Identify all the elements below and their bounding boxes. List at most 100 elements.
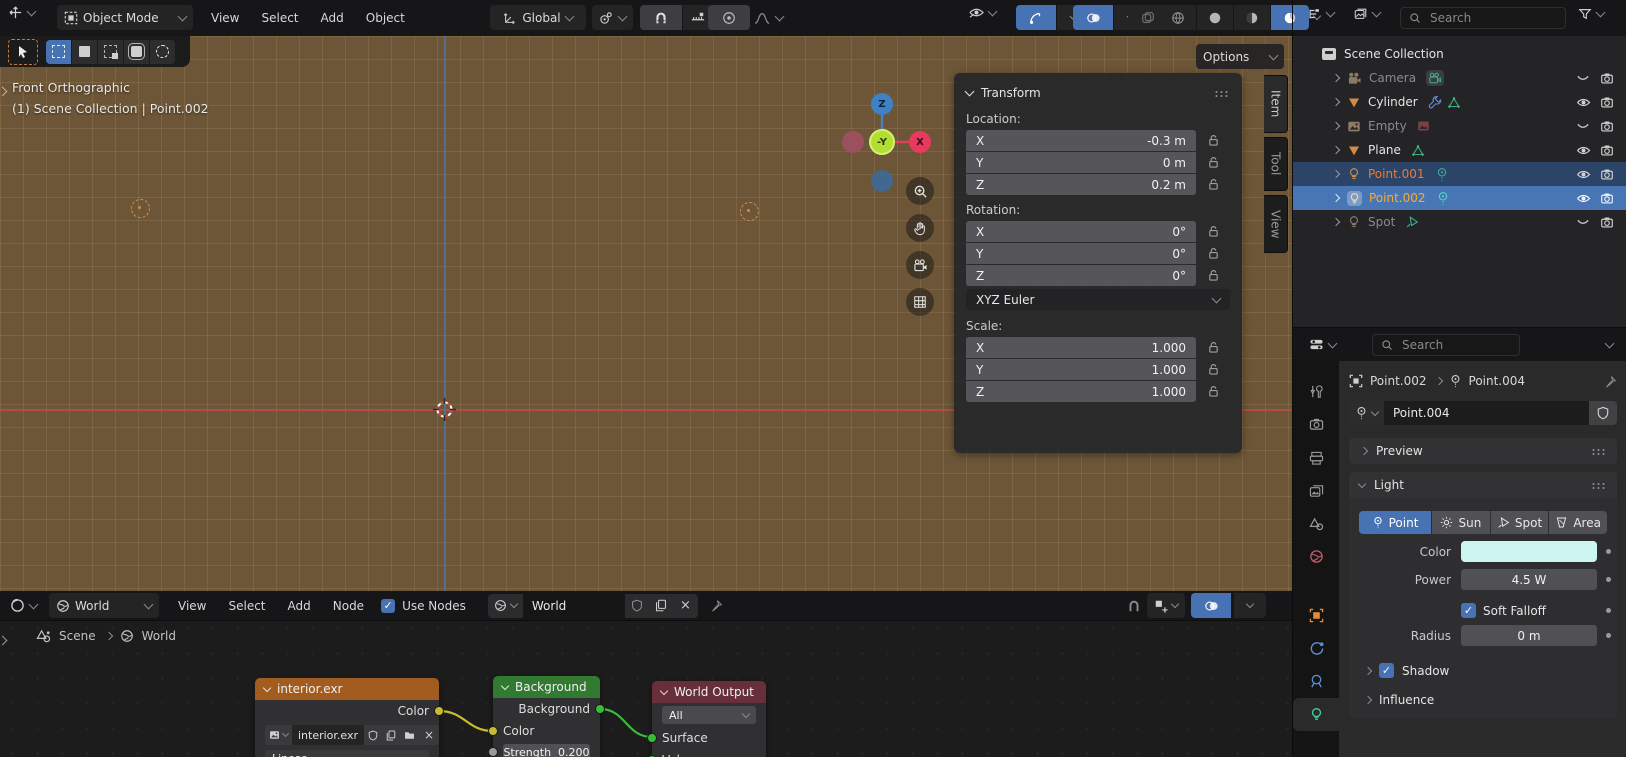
light-datablock-dropdown[interactable] [1349, 401, 1384, 425]
image-datablock-dropdown[interactable] [265, 725, 292, 745]
outliner-row-plane[interactable]: Plane [1293, 138, 1626, 162]
properties-editor-dropdown[interactable] [1309, 338, 1336, 351]
animate-dot[interactable] [1606, 608, 1611, 613]
light-type-area[interactable]: Area [1549, 511, 1607, 534]
shader-type-dropdown[interactable]: World [49, 593, 159, 618]
proportional-falloff-dropdown[interactable] [754, 11, 783, 25]
image-unlink-button[interactable]: × [419, 725, 439, 745]
expand-icon[interactable] [1329, 147, 1341, 153]
snap-toggle[interactable] [640, 5, 682, 30]
location-x-field[interactable]: X-0.3 m [966, 130, 1196, 151]
menu-view[interactable]: View [200, 5, 250, 31]
lock-icon[interactable] [1196, 178, 1230, 191]
point-light-data-icon[interactable] [1436, 191, 1450, 206]
proportional-editing-toggle[interactable] [708, 5, 750, 30]
outliner-row-empty[interactable]: Empty [1293, 114, 1626, 138]
preview-panel-header[interactable]: Preview [1349, 438, 1617, 464]
shading-rendered-button[interactable] [1271, 5, 1309, 30]
color-output-socket[interactable] [434, 706, 444, 716]
shading-solid-button[interactable] [1197, 5, 1233, 30]
tab-tool[interactable] [1293, 375, 1339, 408]
image-open-button[interactable] [400, 725, 419, 745]
pin-icon[interactable] [710, 599, 723, 612]
shadow-panel-header[interactable]: ✓ Shadow [1355, 663, 1611, 678]
select-box-new-button[interactable] [46, 40, 71, 64]
disable-render-toggle[interactable] [1595, 216, 1619, 229]
image-data-icon[interactable] [1417, 120, 1430, 132]
npanel-tab-view[interactable]: View [1264, 195, 1288, 253]
npanel-tab-item[interactable]: Item [1264, 75, 1288, 133]
hide-viewport-toggle[interactable] [1571, 168, 1595, 181]
light-type-spot[interactable]: Spot [1491, 511, 1549, 534]
use-nodes-checkbox[interactable]: ✓ [381, 599, 395, 613]
expand-icon[interactable] [1329, 75, 1341, 81]
hide-viewport-toggle[interactable] [1571, 120, 1595, 132]
active-tool-tweak-button[interactable] [8, 39, 38, 65]
disable-render-toggle[interactable] [1595, 192, 1619, 205]
gizmo-neg-x-axis[interactable] [842, 131, 864, 153]
tab-render[interactable] [1293, 408, 1339, 441]
outliner-filter-dropdown[interactable] [1578, 7, 1604, 21]
node-image-texture[interactable]: interior.exr Color interior.exr × [255, 678, 439, 757]
image-name-field[interactable]: interior.exr [292, 725, 364, 745]
disable-render-toggle[interactable] [1595, 168, 1619, 181]
location-y-field[interactable]: Y0 m [966, 152, 1196, 173]
animate-dot[interactable] [1606, 549, 1611, 554]
rotation-x-field[interactable]: X0° [966, 221, 1196, 242]
radius-field[interactable]: 0 m [1461, 625, 1597, 646]
hide-viewport-toggle[interactable] [1571, 72, 1595, 84]
panel-grip[interactable] [1591, 448, 1607, 455]
world-datablock-dropdown[interactable] [488, 594, 523, 618]
rotation-y-field[interactable]: Y0° [966, 243, 1196, 264]
object-name[interactable]: Cylinder [1368, 95, 1418, 109]
tab-view-layer[interactable] [1293, 474, 1339, 507]
lock-icon[interactable] [1196, 247, 1230, 260]
unlink-button[interactable]: × [673, 594, 698, 618]
visibility-dropdown[interactable] [968, 5, 996, 20]
lock-icon[interactable] [1196, 269, 1230, 282]
influence-panel-header[interactable]: Influence [1355, 693, 1611, 707]
outliner-row-spot[interactable]: Spot [1293, 210, 1626, 234]
disable-render-toggle[interactable] [1595, 144, 1619, 157]
outliner-display-mode-dropdown[interactable] [1353, 7, 1380, 21]
object-name[interactable]: Spot [1368, 215, 1395, 229]
tab-constraints[interactable] [1293, 665, 1339, 698]
region-expand-arrow[interactable] [0, 633, 6, 647]
select-intersect-button[interactable] [150, 40, 175, 64]
lock-icon[interactable] [1196, 385, 1230, 398]
select-extend-button[interactable] [72, 40, 97, 64]
collection-name[interactable]: Scene Collection [1344, 47, 1444, 61]
lock-icon[interactable] [1196, 134, 1230, 147]
light-color-swatch[interactable] [1461, 541, 1597, 562]
scale-x-field[interactable]: X1.000 [966, 337, 1196, 358]
breadcrumb-world[interactable]: World [142, 629, 176, 643]
animate-dot[interactable] [1606, 577, 1611, 582]
disable-render-toggle[interactable] [1595, 120, 1619, 133]
outliner-row-point-002[interactable]: Point.002 [1293, 186, 1626, 210]
expand-icon[interactable] [1329, 195, 1341, 201]
hide-viewport-toggle[interactable] [1571, 216, 1595, 228]
shading-material-button[interactable] [1234, 5, 1270, 30]
panel-grip[interactable] [1214, 90, 1230, 97]
colorspace-dropdown[interactable]: Linear [265, 750, 429, 757]
shader-menu-select[interactable]: Select [217, 593, 276, 619]
soft-falloff-checkbox[interactable]: ✓ [1461, 603, 1476, 618]
pivot-point-dropdown[interactable] [592, 5, 633, 30]
outliner-row-camera[interactable]: Camera [1293, 66, 1626, 90]
point-light-gizmo-1[interactable] [131, 199, 150, 218]
strength-field[interactable]: Strength 0.200 [503, 744, 590, 757]
color-input-socket[interactable] [488, 726, 498, 736]
object-name[interactable]: Point.001 [1368, 167, 1425, 181]
mode-dropdown[interactable]: Object Mode [57, 5, 193, 30]
npanel-tab-tool[interactable]: Tool [1264, 137, 1288, 191]
world-name-field[interactable]: World [523, 594, 625, 618]
object-name[interactable]: Point.002 [1369, 191, 1426, 205]
outliner-editor-dropdown[interactable] [1307, 7, 1334, 21]
object-name[interactable]: Plane [1368, 143, 1401, 157]
hide-viewport-toggle[interactable] [1571, 192, 1595, 205]
shader-overlays-toggle[interactable] [1191, 593, 1231, 618]
options-button[interactable]: Options [1196, 44, 1284, 69]
menu-select[interactable]: Select [250, 5, 309, 31]
lock-icon[interactable] [1196, 341, 1230, 354]
location-z-field[interactable]: Z0.2 m [966, 174, 1196, 195]
